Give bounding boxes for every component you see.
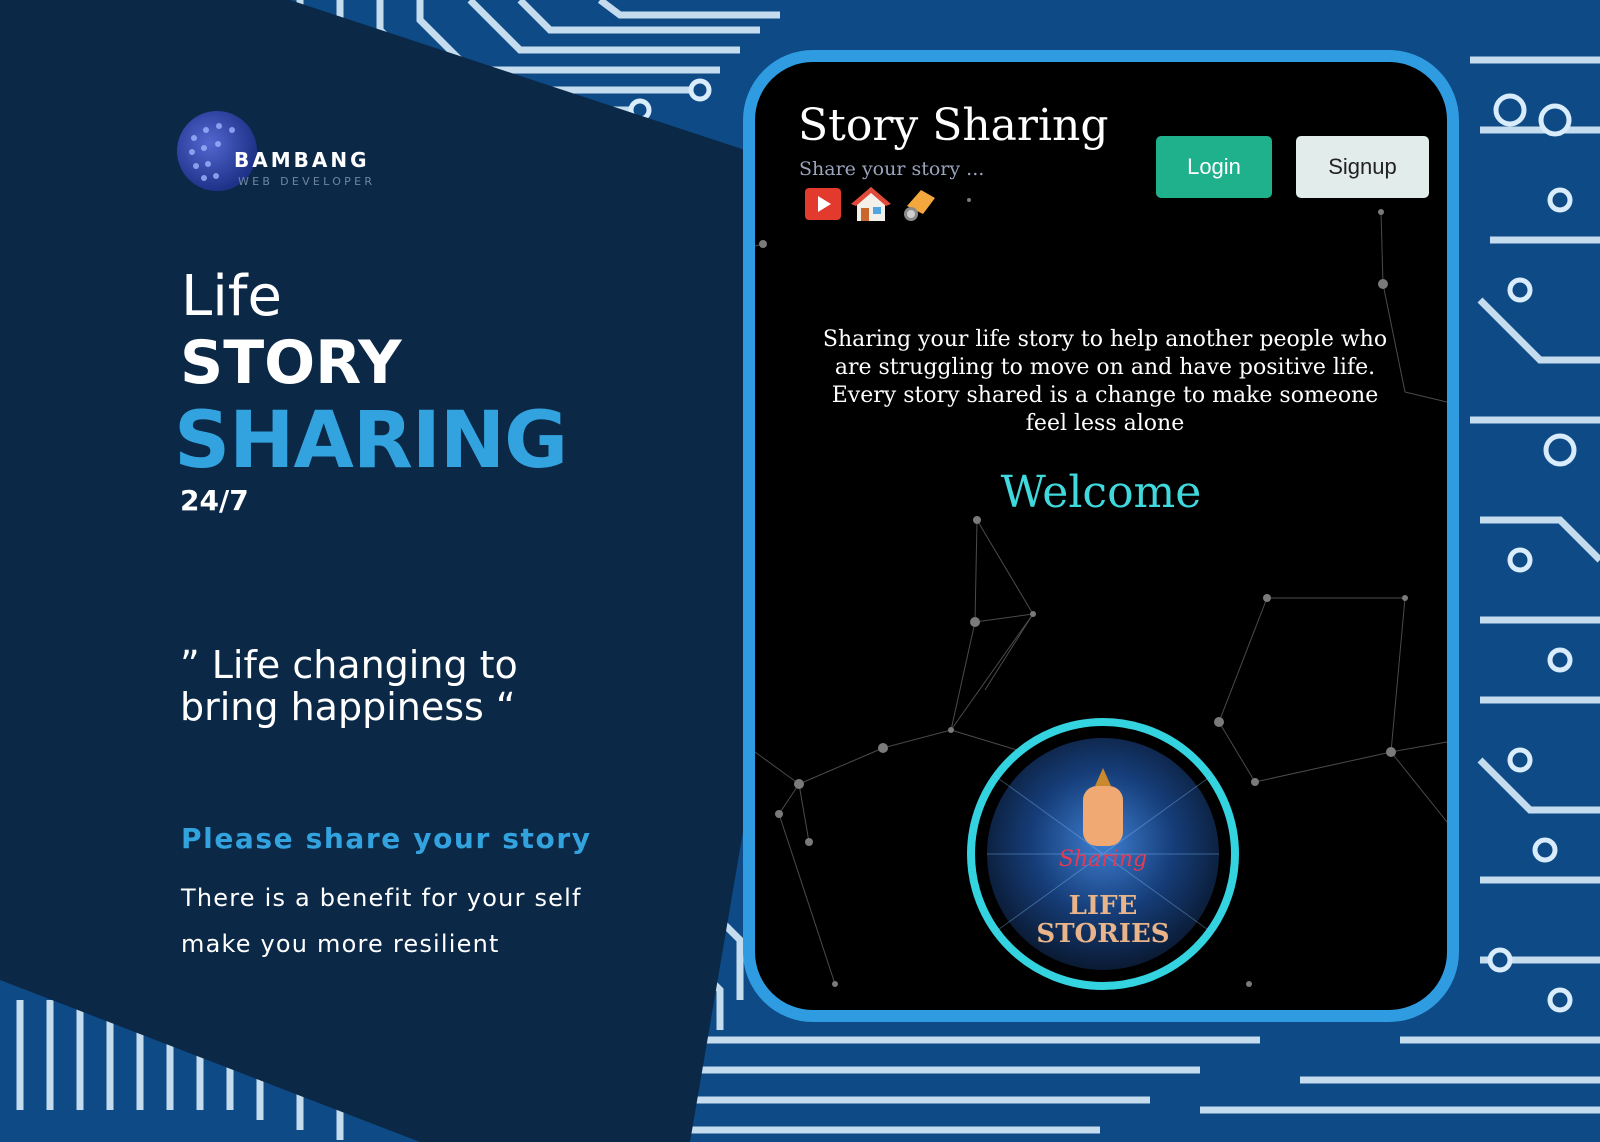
cta-heading: Please share your story: [181, 822, 592, 855]
badge-line1: LIFE: [1069, 891, 1138, 921]
life-stories-badge: Sharing LIFE STORIES: [967, 718, 1239, 990]
intro-paragraph: Sharing your life story to help another …: [822, 327, 1388, 436]
pay-icon[interactable]: [899, 184, 939, 224]
badge-script-text: Sharing: [1059, 847, 1147, 872]
badge-line2: STORIES: [1036, 919, 1169, 949]
quote-text: ” Life changing to bring happiness “: [180, 643, 518, 729]
youtube-icon[interactable]: [803, 184, 843, 224]
cta-body: There is a benefit for your self make yo…: [181, 884, 582, 958]
app-subtitle: Share your story ...: [799, 158, 985, 180]
hero-line-life: Life: [181, 264, 282, 329]
brand-logo: BAMBANG WEB DEVELOPER: [174, 108, 414, 198]
signup-button[interactable]: Signup: [1296, 136, 1429, 198]
brand-name: BAMBANG: [234, 148, 370, 172]
hero-line-sharing: SHARING: [174, 396, 568, 486]
hero-line-247: 24/7: [180, 484, 249, 517]
tablet-mockup: Story Sharing Share your story ... Login…: [743, 50, 1459, 1022]
brand-tagline: WEB DEVELOPER: [238, 175, 376, 188]
hero-line-story: STORY: [180, 328, 402, 398]
app-title: Story Sharing: [798, 100, 1109, 151]
home-icon[interactable]: [851, 184, 891, 224]
login-button[interactable]: Login: [1156, 136, 1272, 198]
welcome-heading: Welcome: [1000, 467, 1202, 518]
